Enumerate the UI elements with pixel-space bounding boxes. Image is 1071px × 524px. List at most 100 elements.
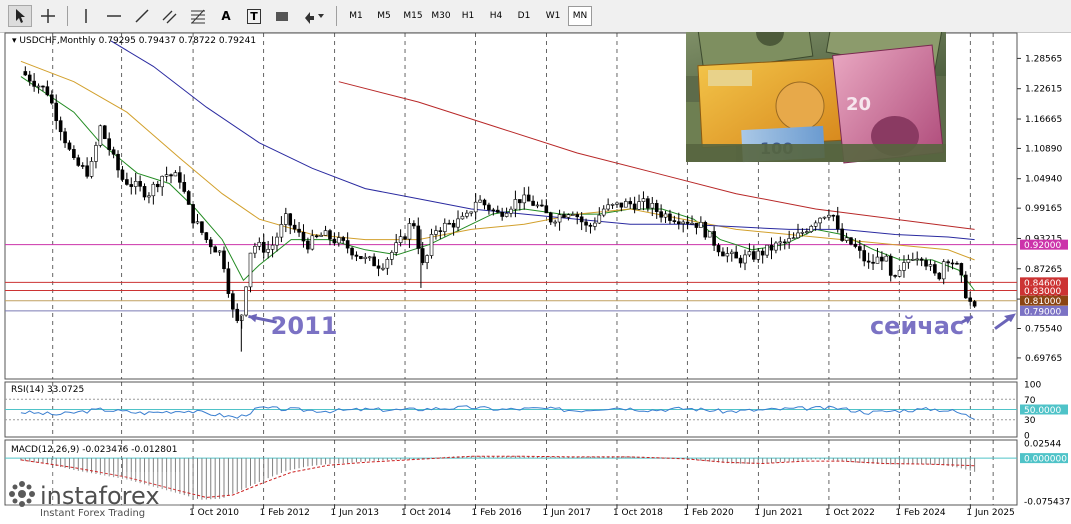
candle-body bbox=[694, 222, 699, 228]
candle-body bbox=[509, 208, 513, 214]
candle-body bbox=[707, 231, 712, 238]
candle-body bbox=[637, 201, 641, 210]
channel-tool-icon[interactable] bbox=[158, 5, 182, 27]
chart-area[interactable]: 1.28565 1.22615 1.16665 1.10890 1.04940 0.991… bbox=[0, 0, 1071, 521]
candle-body bbox=[902, 262, 906, 271]
macd-scale-label: -0.075437 bbox=[1024, 498, 1070, 508]
timeframe-m5[interactable]: M5 bbox=[372, 6, 396, 26]
candle-body bbox=[235, 308, 240, 321]
candle-body bbox=[226, 268, 231, 294]
time-label: 1 Jun 2017 bbox=[542, 508, 590, 518]
level-label: 0.81000 bbox=[1024, 297, 1061, 307]
text-label-icon[interactable]: T bbox=[242, 5, 266, 27]
price-tick-label: 1.28565 bbox=[1025, 54, 1062, 64]
candle-body bbox=[398, 236, 403, 243]
candle-body bbox=[805, 231, 809, 233]
candle-body bbox=[654, 203, 659, 212]
candle-body bbox=[950, 262, 955, 265]
timeframe-h1[interactable]: H1 bbox=[456, 6, 480, 26]
candle-body bbox=[27, 74, 32, 82]
time-label: 1 Feb 2012 bbox=[260, 508, 310, 518]
candle-body bbox=[818, 217, 822, 224]
candle-body bbox=[774, 242, 778, 251]
candle-body bbox=[297, 228, 301, 233]
rectangle-tool-icon[interactable] bbox=[270, 5, 294, 27]
candle-body bbox=[376, 265, 381, 269]
watermark-brand: instaforex bbox=[40, 482, 160, 510]
time-label: 1 Feb 2016 bbox=[472, 508, 523, 518]
fibonacci-icon[interactable] bbox=[186, 5, 210, 27]
candle-body bbox=[849, 237, 853, 245]
candle-body bbox=[782, 241, 787, 244]
timeframe-m15[interactable]: M15 bbox=[400, 6, 426, 26]
rsi-scale-label: 70 bbox=[1024, 396, 1036, 406]
timeframe-w1[interactable]: W1 bbox=[540, 6, 566, 26]
text-tool-icon[interactable]: A bbox=[214, 5, 238, 27]
candle-body bbox=[67, 142, 72, 150]
candle-body bbox=[703, 221, 708, 238]
price-axis: 1.28565 1.22615 1.16665 1.10890 1.04940 0.991… bbox=[1017, 54, 1062, 364]
candle-body bbox=[738, 257, 743, 264]
candle-body bbox=[23, 71, 28, 76]
candle-body bbox=[275, 236, 279, 246]
price-tick-label: 1.16665 bbox=[1025, 115, 1062, 125]
candle-body bbox=[752, 251, 756, 260]
candle-body bbox=[526, 194, 531, 202]
candle-body bbox=[133, 181, 138, 187]
candle-body bbox=[178, 172, 182, 183]
candle-body bbox=[910, 259, 915, 261]
candle-body bbox=[729, 251, 734, 254]
candle-body bbox=[809, 226, 814, 232]
timeframe-h4[interactable]: H4 bbox=[484, 6, 508, 26]
candle-body bbox=[500, 211, 504, 217]
candle-body bbox=[791, 237, 796, 240]
annotation-label: 2011 bbox=[271, 312, 338, 340]
candle-body bbox=[306, 240, 310, 250]
candle-body bbox=[650, 203, 655, 209]
timeframe-mn[interactable]: MN bbox=[568, 6, 592, 26]
candle-body bbox=[32, 80, 36, 87]
arrows-shapes-icon[interactable] bbox=[302, 5, 326, 27]
timeframe-d1[interactable]: D1 bbox=[512, 6, 536, 26]
time-label: 1 Feb 2024 bbox=[895, 508, 946, 518]
vertical-line-icon[interactable] bbox=[74, 5, 98, 27]
price-chart-svg[interactable]: 1.28565 1.22615 1.16665 1.10890 1.04940 0.991… bbox=[0, 0, 1071, 521]
candle-body bbox=[102, 125, 107, 139]
candle-body bbox=[345, 240, 350, 249]
candle-body bbox=[341, 237, 346, 241]
horizontal-line-icon[interactable] bbox=[102, 5, 126, 27]
candle-body bbox=[566, 214, 571, 218]
candle-body bbox=[562, 214, 566, 218]
candle-body bbox=[147, 195, 151, 198]
candle-body bbox=[72, 149, 76, 159]
candle-body bbox=[659, 211, 663, 218]
timeframe-m1[interactable]: M1 bbox=[344, 6, 368, 26]
macd-scale-label: 0.02544 bbox=[1024, 439, 1061, 449]
candle-body bbox=[946, 261, 950, 264]
candle-body bbox=[676, 221, 681, 224]
candle-body bbox=[195, 221, 200, 224]
trendline-icon[interactable] bbox=[130, 5, 154, 27]
candle-body bbox=[231, 293, 235, 310]
price-tick-label: 0.75540 bbox=[1025, 324, 1062, 334]
candle-body bbox=[968, 297, 972, 302]
candle-body bbox=[429, 234, 434, 256]
candle-body bbox=[363, 256, 368, 259]
time-label: 1 Jun 2013 bbox=[331, 508, 379, 518]
candle-body bbox=[248, 252, 253, 288]
symbol-label: ▾ USDCHF,Monthly 0.79295 0.79437 0.78722… bbox=[12, 36, 256, 46]
candle-body bbox=[416, 225, 421, 249]
candle-body bbox=[813, 222, 818, 227]
candle-body bbox=[465, 212, 469, 217]
candle-body bbox=[412, 223, 416, 227]
candle-body bbox=[866, 260, 871, 263]
candle-body bbox=[840, 228, 844, 241]
candle-body bbox=[473, 201, 478, 213]
candle-body bbox=[628, 201, 633, 205]
crosshair-icon[interactable] bbox=[36, 5, 60, 27]
timeframe-m30[interactable]: M30 bbox=[428, 6, 454, 26]
cursor-arrow-icon[interactable] bbox=[8, 5, 32, 27]
level-label: 0.83000 bbox=[1024, 287, 1061, 297]
candle-body bbox=[173, 172, 178, 177]
candle-body bbox=[557, 214, 562, 223]
